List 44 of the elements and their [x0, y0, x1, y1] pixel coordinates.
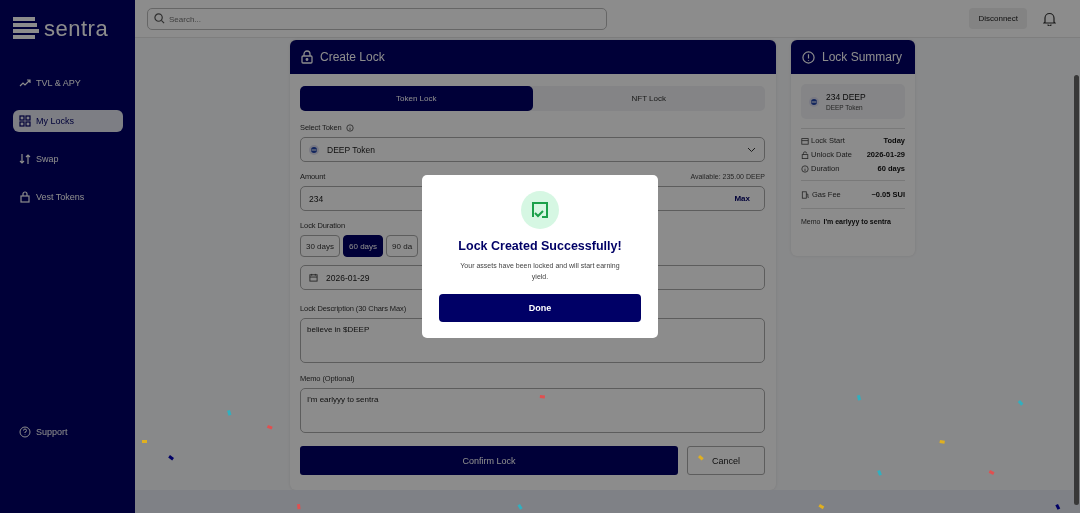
- info-icon: [801, 164, 809, 173]
- tab[interactable]: NFT Lock: [532, 86, 765, 112]
- sidebar-item[interactable]: TVL & APY: [13, 72, 123, 94]
- calendar-icon: [309, 273, 318, 283]
- sidebar-item[interactable]: My Locks: [13, 110, 123, 132]
- memo-field[interactable]: I'm earlyyy to sentra: [300, 388, 765, 434]
- calendar-icon: [801, 136, 809, 145]
- max-button[interactable]: Max: [728, 193, 756, 205]
- lock-icon: [801, 150, 809, 159]
- token-amount: 234 DEEP: [826, 92, 866, 103]
- confirm-button[interactable]: Confirm Lock: [300, 446, 678, 476]
- fuel-icon: [801, 190, 810, 199]
- scrollbar[interactable]: [1074, 75, 1079, 505]
- grid-icon: [19, 115, 31, 127]
- duration-option[interactable]: 60 days: [343, 235, 384, 258]
- chevron-down-icon: [747, 146, 756, 153]
- swap-icon: [19, 153, 31, 165]
- sidebar-item[interactable]: Swap: [13, 148, 123, 170]
- token-select[interactable]: DEEP Token: [300, 137, 765, 163]
- info-icon: [345, 123, 354, 132]
- logo-icon: [13, 17, 39, 41]
- success-icon: [521, 190, 559, 229]
- search-icon: [154, 12, 165, 24]
- done-button[interactable]: Done: [439, 294, 641, 323]
- trend-icon: [19, 77, 31, 89]
- help-icon: [19, 426, 31, 438]
- dialog-title: Lock Created Successfully!: [458, 238, 622, 253]
- token-icon: [809, 96, 819, 107]
- alert-icon: [802, 50, 815, 64]
- cancel-button[interactable]: Cancel: [687, 446, 765, 476]
- lock-icon: [19, 191, 31, 203]
- card-title: Lock Summary: [822, 50, 903, 65]
- bell-icon[interactable]: [1043, 11, 1056, 26]
- support-link[interactable]: Support: [13, 421, 123, 443]
- disconnect-button[interactable]: Disconnect: [969, 8, 1027, 30]
- lock-icon: [301, 50, 313, 65]
- sidebar-item[interactable]: Vest Tokens: [13, 186, 123, 208]
- search-field[interactable]: Search...: [147, 8, 607, 31]
- duration-option[interactable]: 90 da: [386, 235, 419, 258]
- card-title: Create Lock: [320, 50, 385, 65]
- brand-name: sentra: [44, 16, 109, 42]
- duration-option[interactable]: 30 days: [300, 235, 341, 258]
- tab[interactable]: Token Lock: [300, 86, 533, 112]
- token-icon: [309, 144, 319, 155]
